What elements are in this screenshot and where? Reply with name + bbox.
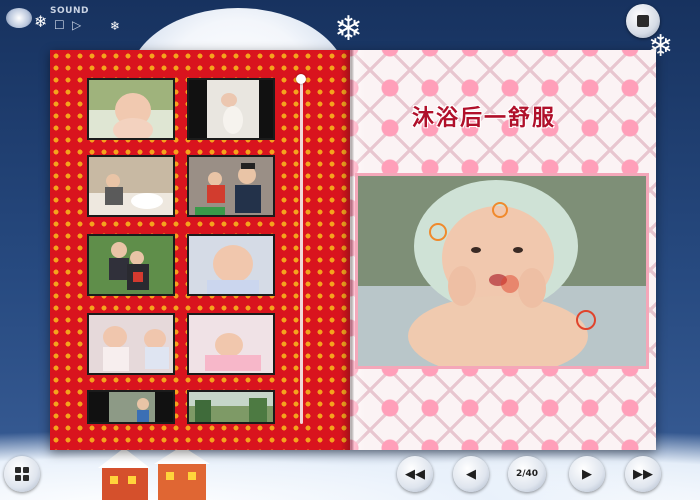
- page-number: 2/40: [515, 469, 539, 479]
- speaker-disc-icon: [6, 8, 32, 28]
- fast-forward-icon: ▶▶: [633, 466, 653, 482]
- next-page-button[interactable]: ▶: [569, 456, 605, 492]
- photo-thumbnail[interactable]: [87, 390, 175, 424]
- page-indicator: 2/40: [508, 456, 546, 492]
- previous-page-button[interactable]: ◀: [453, 456, 489, 492]
- photo-thumbnail[interactable]: [87, 313, 175, 375]
- snow-houses: [98, 446, 210, 500]
- exit-button[interactable]: [626, 4, 660, 38]
- main-photo[interactable]: [355, 173, 649, 369]
- photo-thumbnail[interactable]: [87, 234, 175, 296]
- page-title: 沐浴后一舒服: [412, 105, 557, 131]
- play-sound-icon[interactable]: ▷: [72, 18, 81, 32]
- photo-thumbnail[interactable]: [187, 78, 275, 140]
- photo-thumbnail[interactable]: [87, 78, 175, 140]
- mute-icon[interactable]: ☐: [54, 18, 65, 32]
- sound-control[interactable]: SOUND ☐ ▷: [6, 4, 96, 32]
- first-page-button[interactable]: ◀◀: [397, 456, 433, 492]
- stop-icon: [637, 15, 649, 27]
- prev-icon: ◀: [466, 466, 476, 482]
- scrollbar-handle[interactable]: [296, 74, 306, 84]
- photo-thumbnail[interactable]: [187, 155, 275, 217]
- photo-thumbnail[interactable]: [187, 313, 275, 375]
- rewind-icon: ◀◀: [405, 466, 425, 482]
- thumbnail-grid-button[interactable]: [4, 456, 40, 492]
- next-icon: ▶: [582, 466, 592, 482]
- snowflake-icon: ❄: [110, 19, 121, 33]
- photo-thumbnail[interactable]: [187, 390, 275, 424]
- photo-thumbnail[interactable]: [187, 234, 275, 296]
- thumbnail-scrollbar[interactable]: [300, 76, 303, 424]
- last-page-button[interactable]: ▶▶: [625, 456, 661, 492]
- sound-label: SOUND: [50, 6, 89, 16]
- snowflake-icon: ❄: [334, 9, 363, 49]
- photo-thumbnail[interactable]: [87, 155, 175, 217]
